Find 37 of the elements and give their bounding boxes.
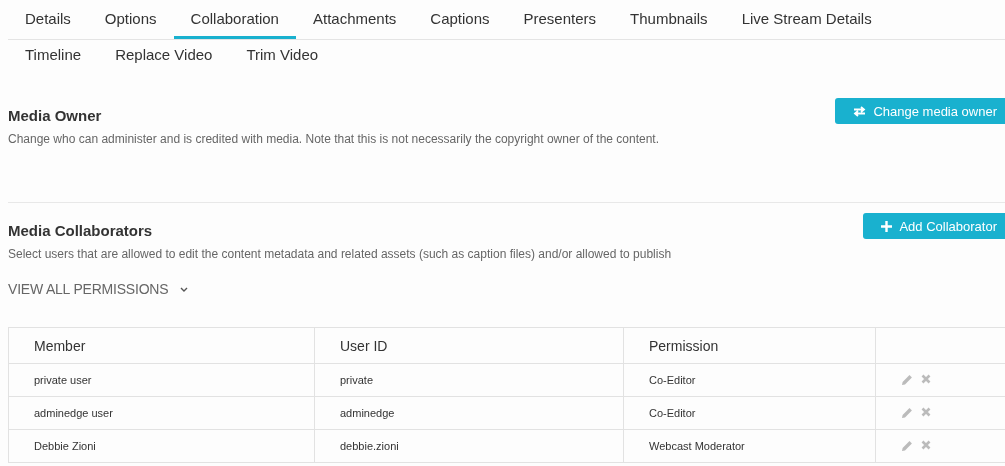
table-cell: adminedge: [314, 396, 624, 430]
table-cell: private: [314, 363, 624, 397]
pencil-icon[interactable]: [901, 374, 913, 386]
table-cell: private user: [8, 363, 315, 397]
column-header: User ID: [314, 327, 624, 364]
plus-icon: [881, 220, 893, 232]
close-icon[interactable]: [921, 374, 931, 384]
section-heading: Media Collaborators: [8, 222, 153, 239]
tab[interactable]: Collaboration: [173, 0, 296, 39]
tab[interactable]: Replace Video: [98, 44, 230, 72]
close-icon[interactable]: [921, 407, 931, 417]
table-cell: Co-Editor: [623, 363, 876, 397]
chevron-down-icon: [180, 286, 189, 292]
tab[interactable]: Captions: [413, 0, 507, 39]
tab[interactable]: Details: [8, 0, 88, 39]
table-cell: Debbie Zioni: [8, 429, 315, 463]
close-icon[interactable]: [921, 440, 931, 450]
section-heading: Media Owner: [8, 107, 102, 124]
tab[interactable]: Trim Video: [229, 44, 336, 72]
section-description: Select users that are allowed to edit the content metadata and related assets (such as caption files) and/or allowed to publish: [8, 247, 673, 261]
tab[interactable]: Options: [87, 0, 174, 39]
tab[interactable]: Thumbnails: [613, 0, 725, 39]
tab[interactable]: Attachments: [295, 0, 414, 39]
tab[interactable]: Live Stream Details: [724, 0, 889, 39]
table-cell: adminedge user: [8, 396, 315, 430]
column-header: Member: [8, 327, 315, 364]
table-cell: debbie.zioni: [314, 429, 624, 463]
tab[interactable]: Presenters: [506, 0, 614, 39]
column-header: Permission: [623, 327, 876, 364]
view-permissions-toggle[interactable]: VIEW ALL PERMISSIONS: [8, 281, 189, 297]
section-description: Change who can administer and is credited with media. Note that this is not necessarily the copyright owner of the content.: [8, 132, 661, 146]
table-cell: Webcast Moderator: [623, 429, 876, 463]
pencil-icon[interactable]: [901, 440, 913, 452]
tab[interactable]: Timeline: [8, 44, 99, 72]
pencil-icon[interactable]: [901, 407, 913, 419]
swap-arrows-icon: [853, 105, 867, 117]
table-cell: Co-Editor: [623, 396, 876, 430]
